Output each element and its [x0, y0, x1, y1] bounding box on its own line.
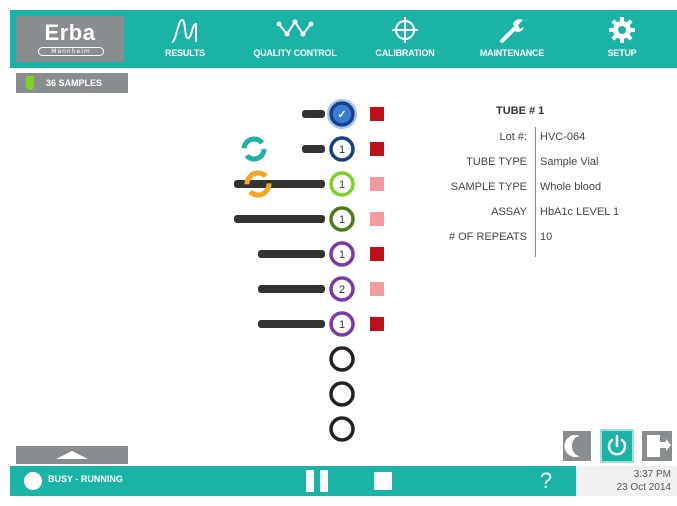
info-row-lot: Lot #: HVC-064 — [430, 129, 670, 151]
nav-calibration-label: CALIBRATION — [375, 48, 435, 58]
sample-type-label: SAMPLE TYPE — [450, 181, 527, 193]
nav-setup-label: SETUP — [607, 48, 637, 58]
nav-maintenance[interactable]: MAINTENANCE — [470, 16, 554, 64]
info-row-tube-type: TUBE TYPE Sample Vial — [430, 154, 670, 176]
sleep-button[interactable] — [563, 431, 591, 461]
slot-status-2 — [370, 142, 384, 156]
wrench-icon — [500, 19, 524, 43]
scroll-up-button[interactable] — [16, 446, 128, 464]
slot-number-1: ✓ — [337, 109, 346, 121]
slot-status-7 — [370, 317, 384, 331]
slot-number-3: 1 — [339, 179, 345, 191]
tube-type-value: Sample Vial — [540, 156, 599, 168]
nav-setup[interactable]: SETUP — [602, 16, 642, 64]
assay-label: ASSAY — [491, 206, 527, 218]
tube-info-panel: TUBE # 1 Lot #: HVC-064 TUBE TYPE Sample… — [430, 105, 670, 265]
gear-icon — [609, 17, 635, 43]
logo-subtext: Mannheim — [38, 47, 104, 56]
slot-status-4 — [370, 212, 384, 226]
help-button[interactable]: ? — [534, 468, 558, 494]
logout-button[interactable] — [642, 431, 672, 461]
teal-spinner-icon — [241, 136, 267, 162]
info-row-sample-type: SAMPLE TYPE Whole blood — [430, 179, 670, 201]
status-bar: BUSY - RUNNING ? 3:37 PM 23 Oct 2014 — [10, 466, 677, 496]
sample-tube-1 — [302, 110, 325, 118]
stop-button[interactable] — [374, 472, 392, 490]
status-text: BUSY - RUNNING — [48, 474, 123, 484]
sample-carousel: ✓ 1 1 1 1 2 1 — [130, 78, 430, 448]
carousel-slot-9 — [329, 381, 355, 407]
slot-status-6 — [370, 282, 384, 296]
samples-tab[interactable]: 36 SAMPLES — [16, 73, 128, 93]
sample-tube-2 — [302, 145, 325, 153]
quality-control-icon — [276, 19, 314, 37]
datetime-display: 3:37 PM 23 Oct 2014 — [576, 466, 677, 496]
lot-value: HVC-064 — [540, 131, 586, 143]
tube-type-label: TUBE TYPE — [466, 156, 527, 168]
logo: Erba Mannheim — [16, 16, 124, 62]
sample-tube-7 — [258, 320, 325, 328]
samples-count-label: 36 SAMPLES — [46, 78, 103, 88]
nav-results[interactable]: RESULTS — [160, 16, 210, 64]
time-text: 3:37 PM — [633, 469, 671, 480]
nav-calibration[interactable]: CALIBRATION — [366, 16, 444, 64]
sample-list-panel: 36 SAMPLES — [16, 73, 128, 464]
carousel-graphic: ✓ 1 1 1 1 2 1 — [234, 99, 384, 442]
slot-number-7: 1 — [339, 319, 345, 331]
exit-door-icon — [647, 435, 671, 457]
slot-number-5: 1 — [339, 249, 345, 261]
logo-text: Erba — [44, 20, 96, 45]
power-icon — [607, 434, 627, 456]
app-frame: Erba Mannheim RESULTS QUALITY CONTROL CA… — [10, 10, 677, 496]
pause-icon — [306, 470, 314, 492]
nav-results-label: RESULTS — [165, 48, 205, 58]
moon-icon — [564, 435, 580, 457]
slot-number-6: 2 — [339, 284, 345, 296]
date-text: 23 Oct 2014 — [616, 482, 671, 493]
results-icon — [171, 18, 197, 43]
sample-tube-4 — [234, 215, 325, 223]
sample-tube-5 — [258, 250, 325, 258]
top-nav: Erba Mannheim RESULTS QUALITY CONTROL CA… — [10, 10, 677, 68]
chevron-up-icon — [56, 451, 88, 459]
repeats-value: 10 — [540, 231, 553, 243]
calibration-icon — [392, 17, 418, 43]
carousel-slot-8 — [329, 346, 355, 372]
slot-status-1 — [370, 107, 384, 121]
power-button[interactable] — [600, 429, 634, 463]
sample-tube-6 — [258, 285, 325, 293]
slot-status-5 — [370, 247, 384, 261]
slot-status-3 — [370, 177, 384, 191]
slot-number-2: 1 — [339, 144, 345, 156]
info-row-assay: ASSAY HbA1c LEVEL 1 — [430, 204, 670, 226]
pause-icon-bar — [320, 470, 328, 492]
nav-maintenance-label: MAINTENANCE — [479, 48, 545, 58]
lot-label: Lot #: — [499, 131, 527, 143]
carousel-slot-10 — [329, 416, 355, 442]
nav-quality-control-label: QUALITY CONTROL — [253, 48, 337, 58]
tube-icon — [26, 76, 34, 90]
info-row-repeats: # OF REPEATS 10 — [430, 229, 670, 251]
repeats-label: # OF REPEATS — [448, 231, 527, 243]
status-indicator-icon — [24, 472, 42, 490]
pause-button[interactable] — [306, 470, 330, 492]
slot-number-4: 1 — [339, 214, 345, 226]
assay-value: HbA1c LEVEL 1 — [540, 206, 620, 218]
nav-quality-control[interactable]: QUALITY CONTROL — [245, 16, 345, 64]
tube-title: TUBE # 1 — [496, 105, 545, 117]
sample-type-value: Whole blood — [540, 181, 602, 193]
